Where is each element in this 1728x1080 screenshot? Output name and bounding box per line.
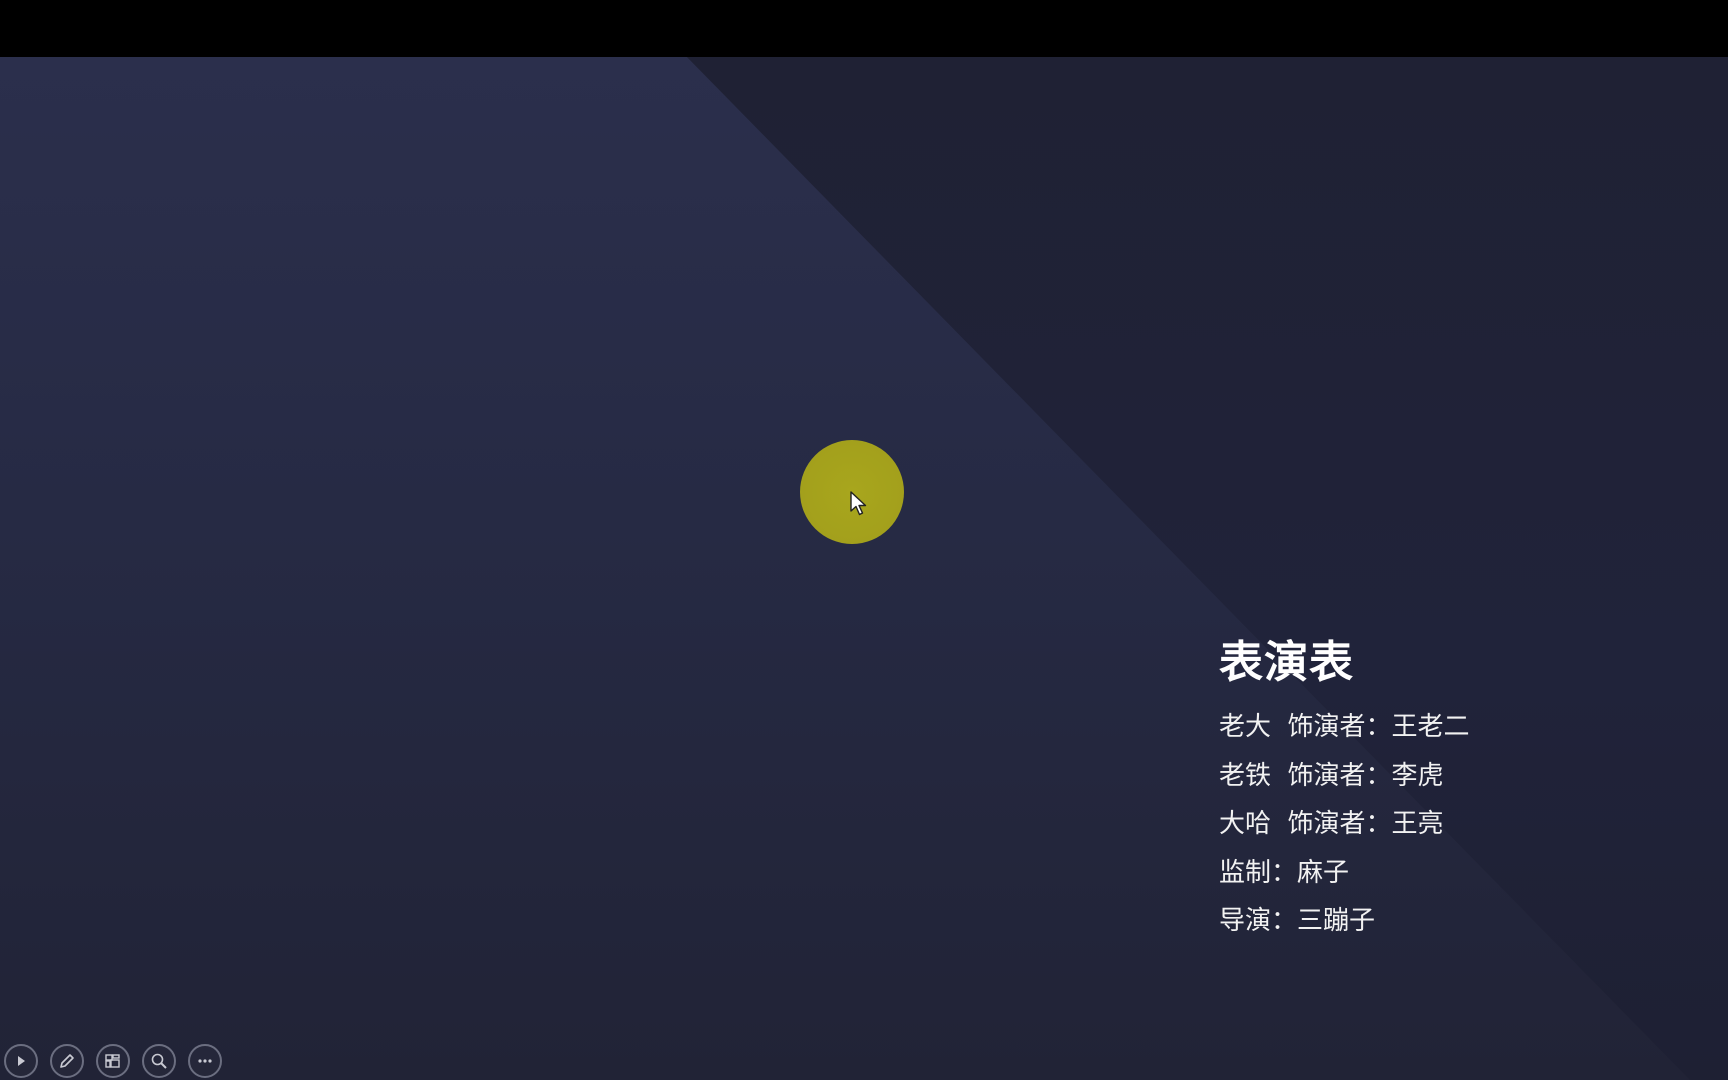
zoom-button[interactable] bbox=[142, 1044, 176, 1078]
play-icon bbox=[18, 1056, 25, 1066]
presentation-screen: 表演表 老大 饰演者：王老二 老铁 饰演者：李虎 大哈 饰演者：王亮 监制：麻子… bbox=[0, 0, 1728, 1080]
slide[interactable]: 表演表 老大 饰演者：王老二 老铁 饰演者：李虎 大哈 饰演者：王亮 监制：麻子… bbox=[0, 57, 1728, 1080]
play-button[interactable] bbox=[4, 1044, 38, 1078]
credits-title: 表演表 bbox=[1219, 637, 1354, 688]
mouse-cursor-icon bbox=[850, 491, 867, 516]
more-icon bbox=[198, 1059, 212, 1063]
top-black-bar bbox=[0, 0, 1728, 57]
credits-block: 表演表 老大 饰演者：王老二 老铁 饰演者：李虎 大哈 饰演者：王亮 监制：麻子… bbox=[1219, 637, 1470, 946]
more-button[interactable] bbox=[188, 1044, 222, 1078]
slideshow-controls bbox=[0, 1044, 222, 1080]
pen-icon bbox=[60, 1054, 74, 1068]
credit-line: 监制：麻子 bbox=[1219, 857, 1350, 888]
credit-line: 老大 饰演者：王老二 bbox=[1219, 712, 1470, 742]
credit-line: 老铁 饰演者：李虎 bbox=[1219, 760, 1444, 791]
zoom-icon bbox=[151, 1053, 167, 1069]
credit-line: 导演：三蹦子 bbox=[1219, 906, 1376, 936]
slides-overview-icon bbox=[105, 1054, 120, 1068]
slides-overview-button[interactable] bbox=[96, 1044, 130, 1078]
credit-line: 大哈 饰演者：王亮 bbox=[1219, 809, 1444, 839]
pen-button[interactable] bbox=[50, 1044, 84, 1078]
